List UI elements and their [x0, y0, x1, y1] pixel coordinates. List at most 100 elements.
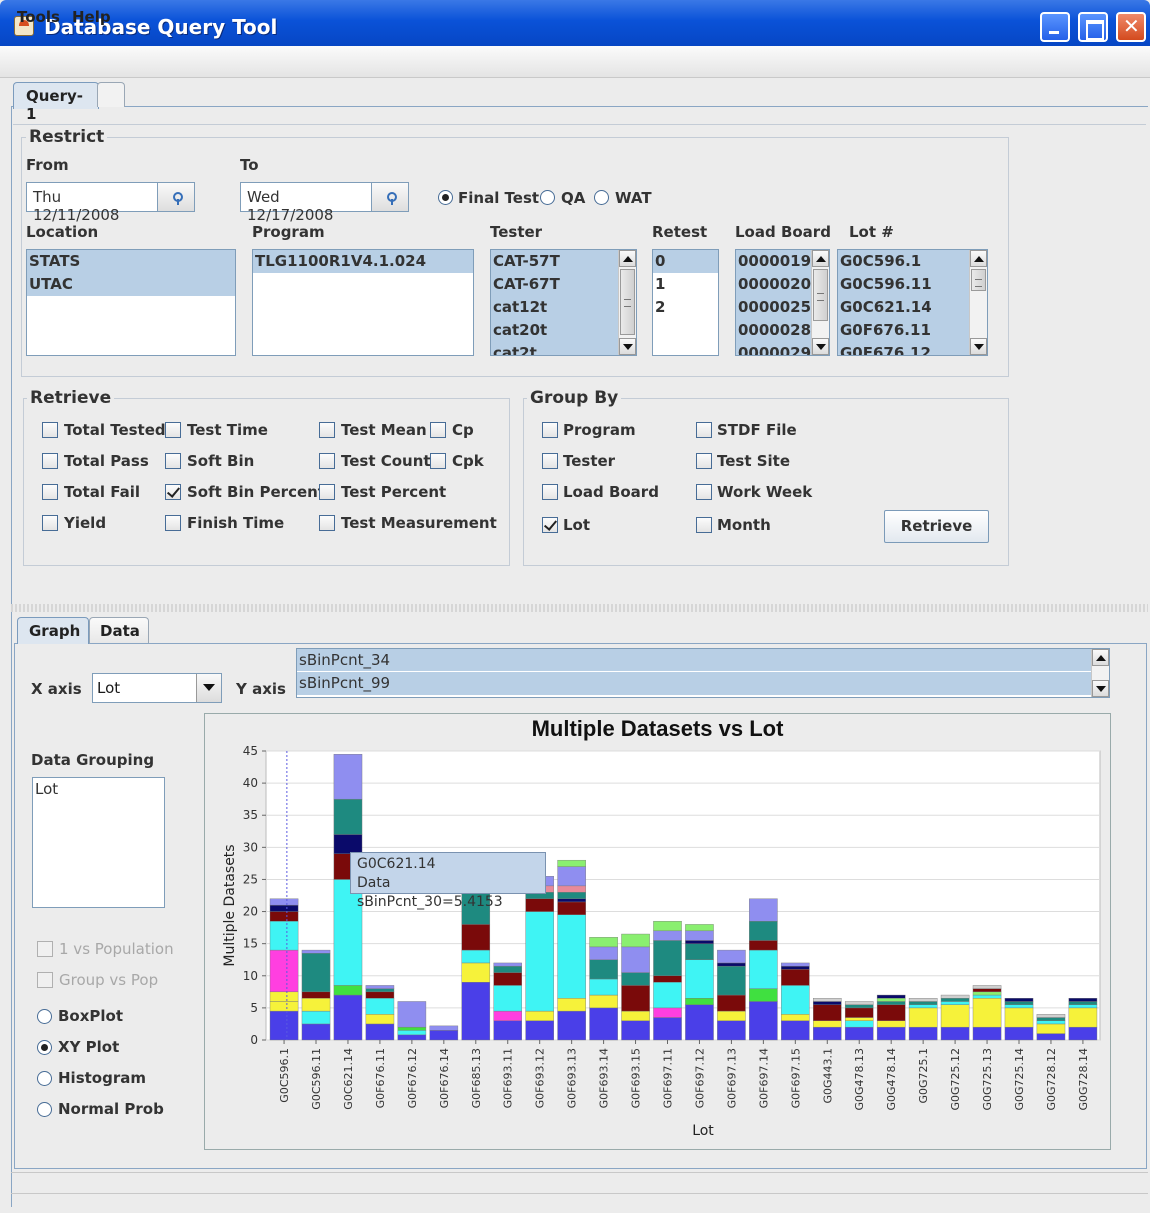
list-item[interactable]: cat2t — [491, 342, 636, 355]
list-item[interactable]: 0 — [653, 250, 718, 273]
list-item[interactable]: G0F676.11 — [838, 319, 987, 342]
x-tick-label: G0G478.14 — [885, 1048, 898, 1111]
from-date-picker-button[interactable] — [157, 182, 195, 212]
group-load-board-checkbox[interactable] — [542, 484, 558, 500]
maximize-button[interactable] — [1078, 12, 1108, 42]
minimize-button[interactable] — [1040, 12, 1070, 42]
group-vs-pop-checkbox[interactable] — [37, 972, 53, 988]
total-pass-checkbox[interactable] — [42, 453, 58, 469]
menu-help[interactable]: Help — [72, 8, 111, 26]
group-work-week-checkbox[interactable] — [696, 484, 712, 500]
final-test-radio[interactable] — [438, 190, 453, 205]
qa-radio[interactable] — [540, 190, 555, 205]
normal-prob-radio[interactable] — [37, 1102, 52, 1117]
bar-segment — [876, 994, 906, 999]
scroll-up-arrow-icon[interactable] — [619, 250, 636, 267]
split-pane-divider[interactable] — [11, 604, 1148, 612]
to-date-field[interactable]: Wed 12/17/2008 — [240, 182, 372, 224]
test-measurement-checkbox[interactable] — [319, 515, 335, 531]
scroll-up-arrow-icon[interactable] — [970, 250, 987, 267]
bar-segment — [557, 901, 586, 915]
soft-bin-checkbox[interactable] — [165, 453, 181, 469]
bar-segment — [685, 1004, 714, 1041]
list-item[interactable]: Lot — [33, 778, 164, 801]
list-item[interactable]: 2 — [653, 296, 718, 319]
list-item[interactable]: CAT-67T — [491, 273, 636, 296]
test-count-checkbox[interactable] — [319, 453, 335, 469]
group-lot-label: Lot — [563, 516, 591, 534]
from-date-field[interactable]: Thu 12/11/2008 — [26, 182, 158, 224]
menu-tools[interactable]: Tools — [17, 8, 60, 26]
load-board-list[interactable]: 0000019 0000020 0000025 0000028 0000029 — [735, 249, 830, 356]
group-program-checkbox[interactable] — [542, 422, 558, 438]
yield-checkbox[interactable] — [42, 515, 58, 531]
close-button[interactable] — [1116, 12, 1146, 42]
xy-plot-radio[interactable] — [37, 1040, 52, 1055]
list-item[interactable]: G0C596.11 — [838, 273, 987, 296]
retrieve-button[interactable]: Retrieve — [884, 510, 989, 543]
group-test-site-checkbox[interactable] — [696, 453, 712, 469]
scroll-down-arrow-icon[interactable] — [1092, 680, 1109, 697]
scroll-thumb[interactable] — [620, 269, 635, 335]
stacked-bar-chart[interactable]: 0 5 10 15 20 25 30 35 40 45 Multiple Datasets G0C59… — [204, 713, 1111, 1150]
total-tested-checkbox[interactable] — [42, 422, 58, 438]
load-board-scrollbar[interactable] — [811, 250, 829, 355]
program-list[interactable]: TLG1100R1V4.1.024 — [252, 249, 474, 356]
to-date-picker-button[interactable] — [371, 182, 409, 212]
finish-time-checkbox[interactable] — [165, 515, 181, 531]
list-item[interactable]: sBinPcnt_99 — [297, 672, 1109, 695]
list-item[interactable]: G0F676.12 — [838, 342, 987, 355]
group-work-week-label: Work Week — [717, 483, 813, 501]
boxplot-radio[interactable] — [37, 1009, 52, 1024]
test-time-checkbox[interactable] — [165, 422, 181, 438]
y-axis-list[interactable]: sBinPcnt_34 sBinPcnt_99 — [296, 648, 1110, 698]
list-item[interactable]: 1 — [653, 273, 718, 296]
tab-graph[interactable]: Graph — [17, 617, 89, 644]
lot-scrollbar[interactable] — [969, 250, 987, 355]
bar-segment — [461, 982, 491, 1041]
list-item[interactable]: G0C621.14 — [838, 296, 987, 319]
total-fail-checkbox[interactable] — [42, 484, 58, 500]
soft-bin-percent-checkbox[interactable] — [165, 484, 181, 500]
test-mean-checkbox[interactable] — [319, 422, 335, 438]
cpk-label: Cpk — [452, 452, 484, 470]
cpk-checkbox[interactable] — [430, 453, 446, 469]
scroll-thumb[interactable] — [971, 269, 986, 291]
retest-list[interactable]: 0 1 2 — [652, 249, 719, 356]
group-lot-checkbox[interactable] — [542, 517, 558, 533]
location-list[interactable]: STATS UTAC — [26, 249, 236, 356]
cp-checkbox[interactable] — [430, 422, 446, 438]
tester-scrollbar[interactable] — [618, 250, 636, 355]
one-vs-population-checkbox[interactable] — [37, 941, 53, 957]
list-item[interactable]: TLG1100R1V4.1.024 — [253, 250, 473, 273]
group-month-checkbox[interactable] — [696, 517, 712, 533]
list-item[interactable]: UTAC — [27, 273, 235, 296]
y-axis-scrollbar[interactable] — [1091, 649, 1109, 697]
tab-data[interactable]: Data — [89, 617, 149, 643]
scroll-down-arrow-icon[interactable] — [970, 338, 987, 355]
group-load-board-label: Load Board — [563, 483, 659, 501]
scroll-up-arrow-icon[interactable] — [1092, 649, 1109, 666]
scroll-thumb[interactable] — [813, 269, 828, 321]
list-item[interactable]: STATS — [27, 250, 235, 273]
lot-list[interactable]: G0C596.1 G0C596.11 G0C621.14 G0F676.11 G… — [837, 249, 988, 356]
tester-list[interactable]: CAT-57T CAT-67T cat12t cat20t cat2t — [490, 249, 637, 356]
list-item[interactable]: CAT-57T — [491, 250, 636, 273]
scroll-down-arrow-icon[interactable] — [812, 338, 829, 355]
bar-segment — [717, 1010, 746, 1021]
dropdown-arrow-icon[interactable] — [196, 674, 221, 702]
scroll-down-arrow-icon[interactable] — [619, 338, 636, 355]
tab-new-query[interactable] — [97, 82, 125, 107]
test-percent-checkbox[interactable] — [319, 484, 335, 500]
list-item[interactable]: cat20t — [491, 319, 636, 342]
scroll-up-arrow-icon[interactable] — [812, 250, 829, 267]
group-stdf-file-checkbox[interactable] — [696, 422, 712, 438]
wat-radio[interactable] — [594, 190, 609, 205]
data-grouping-list[interactable]: Lot — [32, 777, 165, 908]
list-item[interactable]: cat12t — [491, 296, 636, 319]
list-item[interactable]: sBinPcnt_34 — [297, 649, 1109, 672]
histogram-radio[interactable] — [37, 1071, 52, 1086]
tab-query-1[interactable]: Query-1 — [13, 82, 99, 123]
group-tester-checkbox[interactable] — [542, 453, 558, 469]
list-item[interactable]: G0C596.1 — [838, 250, 987, 273]
